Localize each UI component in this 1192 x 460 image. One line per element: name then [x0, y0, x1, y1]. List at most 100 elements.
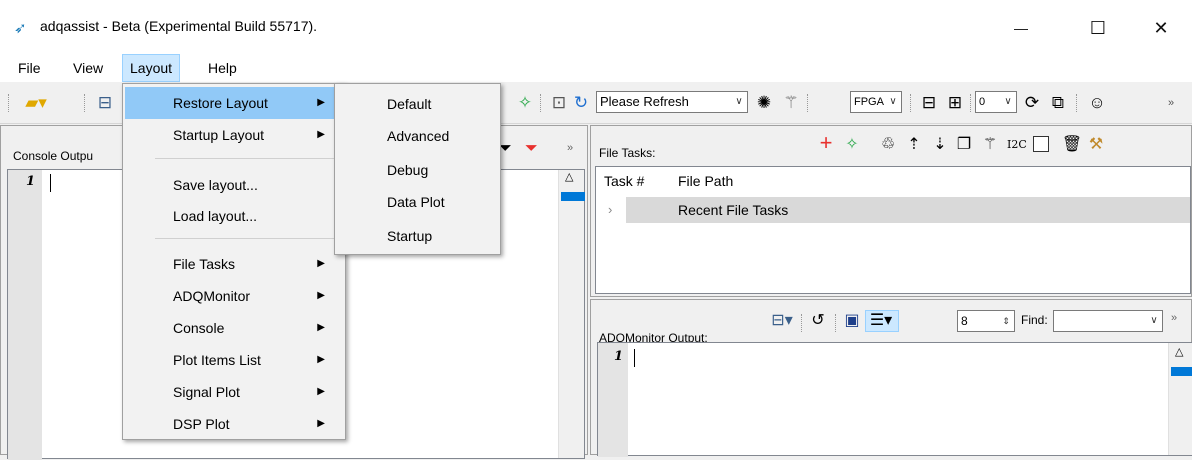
- layout-menu: Restore Layout ▶ Startup Layout ▶ Save lay…: [122, 83, 346, 440]
- adqmonitor-editor[interactable]: 1 △: [597, 342, 1192, 457]
- board-icon[interactable]: ⊡: [548, 92, 570, 114]
- find-combo[interactable]: ∨: [1053, 310, 1163, 332]
- menu-item-adqmonitor[interactable]: ADQMonitor ▶: [125, 280, 343, 312]
- menu-item-signal-plot[interactable]: Signal Plot ▶: [125, 376, 343, 408]
- menu-separator: [155, 158, 341, 159]
- level-stepper[interactable]: 8 ⇕: [957, 310, 1015, 332]
- i2c-checkbox[interactable]: [1033, 136, 1049, 152]
- copy-icon[interactable]: ❐: [953, 135, 975, 155]
- close-icon: ✕: [1153, 17, 1169, 38]
- panel-layout-icon[interactable]: ⊟: [918, 92, 940, 114]
- menu-item-file-tasks[interactable]: File Tasks ▶: [125, 248, 343, 280]
- user-icon[interactable]: ☺: [1086, 92, 1108, 114]
- fpga-combo-value: FPGA: [854, 96, 884, 108]
- close-button[interactable]: ✕: [1138, 8, 1184, 48]
- device-select-icon[interactable]: ⊟▾: [767, 311, 797, 331]
- reload-config-icon[interactable]: ⟳: [1021, 92, 1043, 114]
- add-task-icon[interactable]: +: [815, 132, 837, 154]
- chevron-down-icon: ∨: [735, 96, 743, 107]
- table-header: Task # File Path: [596, 167, 1190, 195]
- file-tasks-table: Task # File Path › Recent File Tasks ‹ ›: [595, 166, 1191, 331]
- move-up-icon[interactable]: ⇡: [903, 135, 925, 155]
- menu-item-save-layout[interactable]: Save layout...: [125, 169, 343, 201]
- scroll-thumb[interactable]: [561, 192, 585, 201]
- menu-item-plot-items-list[interactable]: Plot Items List ▶: [125, 344, 343, 376]
- table-row[interactable]: › Recent File Tasks: [596, 197, 1190, 225]
- refresh-icon[interactable]: ↻: [570, 92, 592, 114]
- expand-chevron-icon[interactable]: ›: [608, 202, 612, 217]
- device-icon[interactable]: ⊟: [94, 92, 116, 114]
- menu-help[interactable]: Help: [201, 54, 244, 82]
- scroll-up-icon[interactable]: △: [565, 170, 573, 183]
- run-icon[interactable]: ✧: [514, 92, 536, 114]
- menu-item-label: Restore Layout: [173, 95, 268, 111]
- lightbulb-icon[interactable]: ✺: [753, 92, 775, 114]
- submenu-item-advanced[interactable]: Advanced: [337, 120, 498, 152]
- find-label: Find:: [1021, 313, 1048, 327]
- menu-item-label: ADQMonitor: [173, 288, 251, 304]
- menu-item-label: Plot Items List: [173, 352, 261, 368]
- column-header-file-path[interactable]: File Path: [678, 173, 733, 189]
- title-bar: ➶ adqassist - Beta (Experimental Build 5…: [0, 0, 1192, 54]
- recent-file-tasks-row: Recent File Tasks: [678, 202, 789, 218]
- i2c-label: I2C: [1007, 138, 1027, 151]
- submenu-arrow-icon: ▶: [317, 354, 325, 365]
- recycle-icon[interactable]: ♲: [877, 135, 899, 155]
- menu-item-restore-layout[interactable]: Restore Layout ▶: [125, 87, 343, 119]
- toolbar-separator: [801, 314, 802, 332]
- stepper-arrows-icon[interactable]: ⇕: [998, 311, 1014, 331]
- submenu-item-default[interactable]: Default: [337, 88, 498, 120]
- fpga-combo[interactable]: FPGA ∨: [850, 91, 902, 113]
- probe-icon[interactable]: ⚚: [979, 135, 1001, 155]
- reset-icon[interactable]: ↺: [807, 311, 829, 331]
- submenu-item-startup[interactable]: Startup: [337, 220, 498, 252]
- menu-item-startup-layout[interactable]: Startup Layout ▶: [125, 119, 343, 151]
- open-folder-icon[interactable]: ▰▾: [22, 92, 50, 114]
- menu-item-load-layout[interactable]: Load layout...: [125, 200, 343, 232]
- list-icon: ☰▾: [869, 312, 893, 329]
- minimize-icon: —: [1014, 20, 1028, 36]
- scroll-thumb[interactable]: [1171, 367, 1192, 376]
- submenu-arrow-icon: ▶: [317, 290, 325, 301]
- console-label: Console Outpu: [13, 149, 94, 163]
- clear-broom-icon[interactable]: ⚒: [1085, 135, 1107, 155]
- menu-view[interactable]: View: [66, 54, 110, 82]
- menu-layout[interactable]: Layout: [122, 54, 181, 82]
- scroll-up-icon[interactable]: △: [1175, 345, 1183, 358]
- submenu-arrow-icon: ▶: [317, 418, 325, 429]
- minimize-button[interactable]: —: [998, 8, 1044, 48]
- column-header-task[interactable]: Task #: [604, 173, 644, 189]
- submenu-arrow-icon: ▶: [317, 322, 325, 333]
- menu-item-dsp-plot[interactable]: DSP Plot ▶: [125, 408, 343, 440]
- menu-item-console[interactable]: Console ▶: [125, 312, 343, 344]
- overflow-chevron-icon[interactable]: »: [1171, 312, 1177, 324]
- refresh-combo[interactable]: Please Refresh ∨: [596, 91, 748, 113]
- clear-filter-icon[interactable]: ⏷: [525, 140, 538, 158]
- run-task-icon[interactable]: ✧: [841, 135, 863, 155]
- move-down-icon[interactable]: ⇣: [929, 135, 951, 155]
- menu-item-label: Console: [173, 320, 225, 336]
- overflow-chevron-icon[interactable]: »: [1160, 92, 1182, 114]
- menu-item-label: DSP Plot: [173, 416, 230, 432]
- overflow-chevron-icon[interactable]: »: [567, 142, 573, 154]
- register-icon[interactable]: ⊞: [944, 92, 966, 114]
- list-view-button[interactable]: ☰▾: [865, 310, 899, 332]
- number-combo[interactable]: 0 ∨: [975, 91, 1017, 113]
- delete-icon[interactable]: 🗑: [1061, 135, 1083, 155]
- submenu-item-debug[interactable]: Debug: [337, 154, 498, 186]
- file-tasks-pane: File Tasks: + ✧ ♲ ⇡ ⇣ ❐ ⚚ I2C 🗑 ⚒ Task #…: [590, 125, 1192, 331]
- submenu-item-data-plot[interactable]: Data Plot: [337, 186, 498, 218]
- menu-file[interactable]: File: [11, 54, 48, 82]
- adqmonitor-scrollbar[interactable]: △: [1168, 343, 1192, 455]
- adqmonitor-pane: ADQMonitor Output: ⊟▾ ↺ ▣ ☰▾ 8 ⇕ Find: ∨…: [590, 299, 1192, 457]
- console-scrollbar[interactable]: △: [558, 170, 585, 458]
- chevron-down-icon: ∨: [1004, 96, 1012, 107]
- probe-icon[interactable]: ⚚: [780, 92, 802, 114]
- maximize-button[interactable]: ☐: [1075, 8, 1121, 48]
- window-icon[interactable]: ⧉: [1047, 92, 1069, 114]
- app-logo-icon: ➶: [14, 20, 27, 37]
- submenu-arrow-icon: ▶: [317, 129, 325, 140]
- save-icon[interactable]: ▣: [841, 311, 863, 331]
- toolbar-separator: [807, 94, 808, 112]
- toolbar-separator: [910, 94, 911, 112]
